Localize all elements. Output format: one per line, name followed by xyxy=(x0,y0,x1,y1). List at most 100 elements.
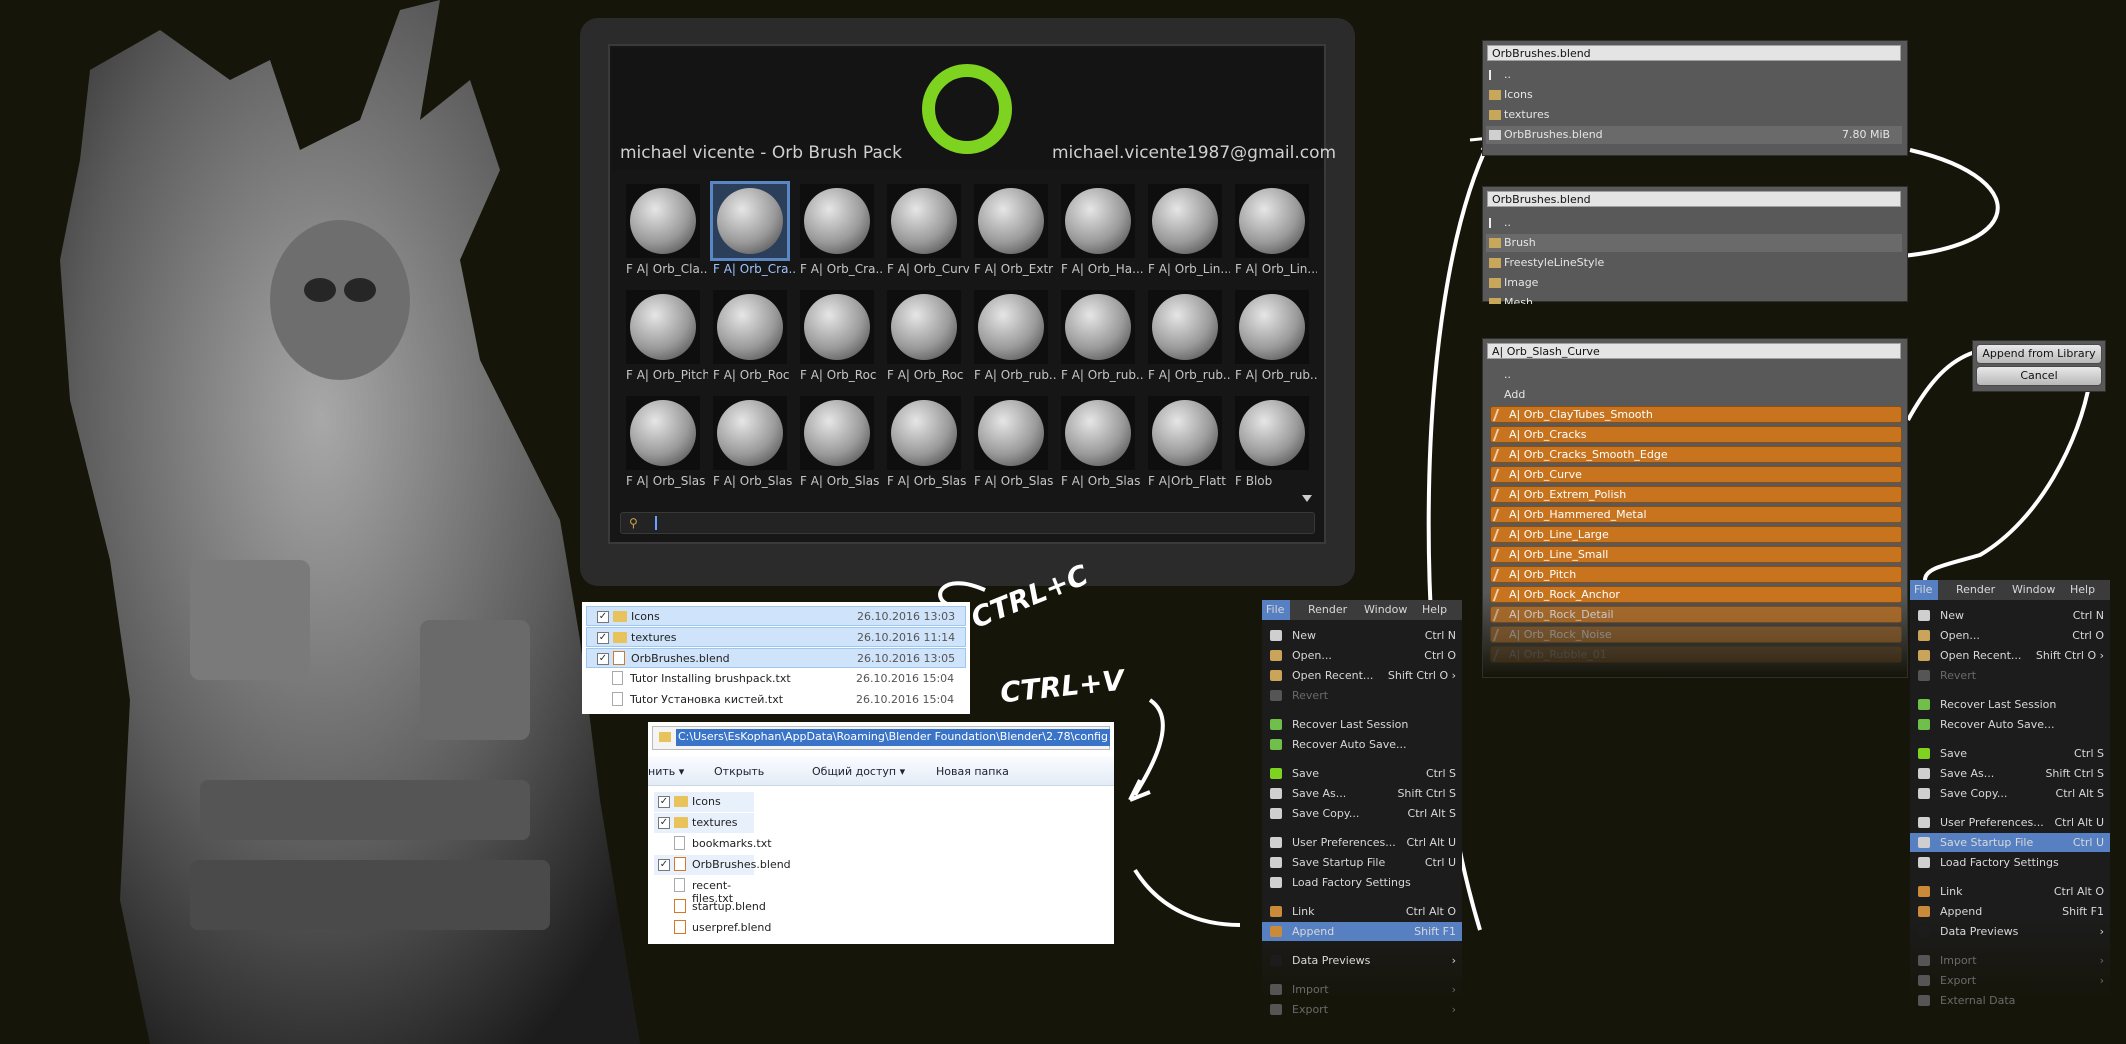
explorer-row[interactable]: Tutor Installing brushpack.txt 26.10.2016… xyxy=(586,669,966,689)
menu-item-save-startup-file[interactable]: Save Startup File Ctrl U xyxy=(1910,833,2110,852)
explorer-row[interactable]: ✓ OrbBrushes.blend xyxy=(654,855,791,875)
brush-datablock-row[interactable]: A| Orb_Extrem_Polish xyxy=(1490,486,1902,503)
address-path[interactable]: C:\Users\EsKophan\AppData\Roaming\Blende… xyxy=(676,729,1110,746)
row-checkbox[interactable]: ✓ xyxy=(658,796,670,808)
brush-tile[interactable]: F A| Orb_Cla... xyxy=(620,180,708,280)
explorer-row[interactable]: ✓ textures 26.10.2016 11:14 xyxy=(586,627,966,647)
brush-tile[interactable]: F A| Orb_rub... xyxy=(1229,286,1317,386)
brush-datablock-row[interactable]: A| Orb_Curve xyxy=(1490,466,1902,483)
scroll-down-icon[interactable] xyxy=(1302,495,1312,502)
menu-item-save[interactable]: Save Ctrl S xyxy=(1910,744,2110,763)
file-row[interactable]: .. xyxy=(1486,66,1902,84)
datablock-row[interactable]: Mesh xyxy=(1486,294,1902,304)
file-row[interactable]: Icons xyxy=(1486,86,1902,104)
brush-tile[interactable]: F Blob xyxy=(1229,392,1313,492)
menu-item-external-data[interactable]: External Data xyxy=(1910,991,2110,1010)
explorer-row[interactable]: userpref.blend xyxy=(654,918,771,938)
menu-item-import[interactable]: Import › xyxy=(1262,980,1462,999)
brush-tile[interactable]: F A| Orb_rub... xyxy=(1055,286,1143,386)
render-menu-tab[interactable]: Render xyxy=(1956,583,1995,596)
brush-tile[interactable]: F A| Orb_rub... xyxy=(968,286,1056,386)
menu-item-data-previews[interactable]: Data Previews › xyxy=(1910,922,2110,941)
menu-item-recover-last-session[interactable]: Recover Last Session xyxy=(1262,715,1462,734)
brush-tile[interactable]: F A| Orb_Slas xyxy=(794,392,879,492)
brush-search-input[interactable]: ⚲ xyxy=(620,512,1315,534)
menu-item-save-copy[interactable]: Save Copy... Ctrl Alt S xyxy=(1910,784,2110,803)
menu-item-append[interactable]: Append Shift F1 xyxy=(1262,922,1462,941)
menu-item-open[interactable]: Open... Ctrl O xyxy=(1910,626,2110,645)
menu-item-recover-auto-save[interactable]: Recover Auto Save... xyxy=(1262,735,1462,754)
menu-item-revert[interactable]: Revert xyxy=(1910,666,2110,685)
datablock-row[interactable]: Brush xyxy=(1486,234,1902,252)
help-menu-tab[interactable]: Help xyxy=(1422,603,1447,616)
menu-item-link[interactable]: Link Ctrl Alt O xyxy=(1262,902,1462,921)
new-folder-button[interactable]: Новая папка xyxy=(936,765,1009,778)
brush-tile[interactable]: F A| Orb_Roc xyxy=(794,286,878,386)
explorer-row[interactable]: ✓ textures xyxy=(654,813,754,833)
window-menu-tab[interactable]: Window xyxy=(1364,603,1407,616)
brush-tile[interactable]: F A| Orb_Extr xyxy=(968,180,1053,280)
menu-item-export[interactable]: Export › xyxy=(1910,971,2110,990)
brush-tile[interactable]: F A| Orb_Slas xyxy=(881,392,966,492)
brush-tile[interactable]: F A| Orb_Lin... xyxy=(1229,180,1317,280)
brush-tile[interactable]: F A| Orb_Lin... xyxy=(1142,180,1230,280)
menu-item-load-factory-settings[interactable]: Load Factory Settings xyxy=(1262,873,1462,892)
datablock-row[interactable]: .. xyxy=(1486,214,1902,232)
menu-item-save-as[interactable]: Save As... Shift Ctrl S xyxy=(1262,784,1462,803)
organize-button[interactable]: нить ▾ xyxy=(648,765,684,778)
menu-item-recover-auto-save[interactable]: Recover Auto Save... xyxy=(1910,715,2110,734)
menu-item-save-copy[interactable]: Save Copy... Ctrl Alt S xyxy=(1262,804,1462,823)
menu-item-save[interactable]: Save Ctrl S xyxy=(1262,764,1462,783)
brush-datablock-row[interactable]: A| Orb_Cracks_Smooth_Edge xyxy=(1490,446,1902,463)
brush-datablock-row[interactable]: A| Orb_Rubble_01 xyxy=(1490,646,1902,663)
row-checkbox[interactable]: ✓ xyxy=(597,653,609,665)
brush-tile[interactable]: F A| Orb_Pitch xyxy=(620,286,708,386)
help-menu-tab[interactable]: Help xyxy=(2070,583,2095,596)
explorer-row[interactable]: bookmarks.txt xyxy=(654,834,772,854)
brush-tile[interactable]: F A| Orb_Slas xyxy=(968,392,1053,492)
brush-tile[interactable]: F A|Orb_Flatt xyxy=(1142,392,1226,492)
share-button[interactable]: Общий доступ ▾ xyxy=(812,765,905,778)
brush-datablock-row[interactable]: A| Orb_ClayTubes_Smooth xyxy=(1490,406,1902,423)
menu-item-data-previews[interactable]: Data Previews › xyxy=(1262,951,1462,970)
menu-item-recover-last-session[interactable]: Recover Last Session xyxy=(1910,695,2110,714)
brush-datablock-row[interactable]: A| Orb_Rock_Detail xyxy=(1490,606,1902,623)
brush-tile[interactable]: F A| Orb_Cra... xyxy=(794,180,882,280)
brush-tile[interactable]: F A| Orb_rub... xyxy=(1142,286,1230,386)
menu-item-save-startup-file[interactable]: Save Startup File Ctrl U xyxy=(1262,853,1462,872)
menu-item-new[interactable]: New Ctrl N xyxy=(1910,606,2110,625)
brush-datablock-row[interactable]: A| Orb_Rock_Noise xyxy=(1490,626,1902,643)
menu-item-load-factory-settings[interactable]: Load Factory Settings xyxy=(1910,853,2110,872)
explorer-row[interactable]: recent-files.txt xyxy=(654,876,754,905)
menu-item-open-recent[interactable]: Open Recent... Shift Ctrl O › xyxy=(1262,666,1462,685)
menu-item-user-preferences[interactable]: User Preferences... Ctrl Alt U xyxy=(1910,813,2110,832)
datablock-row[interactable]: Image xyxy=(1486,274,1902,292)
menu-item-revert[interactable]: Revert xyxy=(1262,686,1462,705)
explorer-row[interactable]: ✓ OrbBrushes.blend 26.10.2016 13:05 xyxy=(586,648,966,668)
menu-item-import[interactable]: Import › xyxy=(1910,951,2110,970)
brush-tile[interactable]: F A| Orb_Curv xyxy=(881,180,969,280)
explorer-row[interactable]: startup.blend xyxy=(654,897,766,917)
brush-tile[interactable]: F A| Orb_Slas xyxy=(620,392,705,492)
file-menu-tab[interactable]: File xyxy=(1910,580,1938,600)
brush-datablock-row[interactable]: A| Orb_Rock_Anchor xyxy=(1490,586,1902,603)
brush-datablock-row[interactable]: A| Orb_Line_Large xyxy=(1490,526,1902,543)
window-menu-tab[interactable]: Window xyxy=(2012,583,2055,596)
cancel-button[interactable]: Cancel xyxy=(1976,366,2102,386)
brush-datablock-row[interactable]: A| Orb_Line_Small xyxy=(1490,546,1902,563)
file-browser-path[interactable]: OrbBrushes.blend xyxy=(1487,45,1901,61)
menu-item-user-preferences[interactable]: User Preferences... Ctrl Alt U xyxy=(1262,833,1462,852)
file-browser-path[interactable]: OrbBrushes.blend xyxy=(1487,191,1901,207)
menu-item-save-as[interactable]: Save As... Shift Ctrl S xyxy=(1910,764,2110,783)
brush-tile[interactable]: F A| Orb_Cra... xyxy=(707,180,795,280)
row-checkbox[interactable]: ✓ xyxy=(658,859,670,871)
brush-datablock-row[interactable]: A| Orb_Hammered_Metal xyxy=(1490,506,1902,523)
menu-item-link[interactable]: Link Ctrl Alt O xyxy=(1910,882,2110,901)
file-menu-tab[interactable]: File xyxy=(1262,600,1290,620)
explorer-row[interactable]: Tutor Установка кистей.txt 26.10.2016 15:… xyxy=(586,690,966,710)
menu-item-open-recent[interactable]: Open Recent... Shift Ctrl O › xyxy=(1910,646,2110,665)
brush-tile[interactable]: F A| Orb_Roc xyxy=(707,286,791,386)
menu-item-append[interactable]: Append Shift F1 xyxy=(1910,902,2110,921)
brush-tile[interactable]: F A| Orb_Ha... xyxy=(1055,180,1143,280)
row-checkbox[interactable]: ✓ xyxy=(597,611,609,623)
